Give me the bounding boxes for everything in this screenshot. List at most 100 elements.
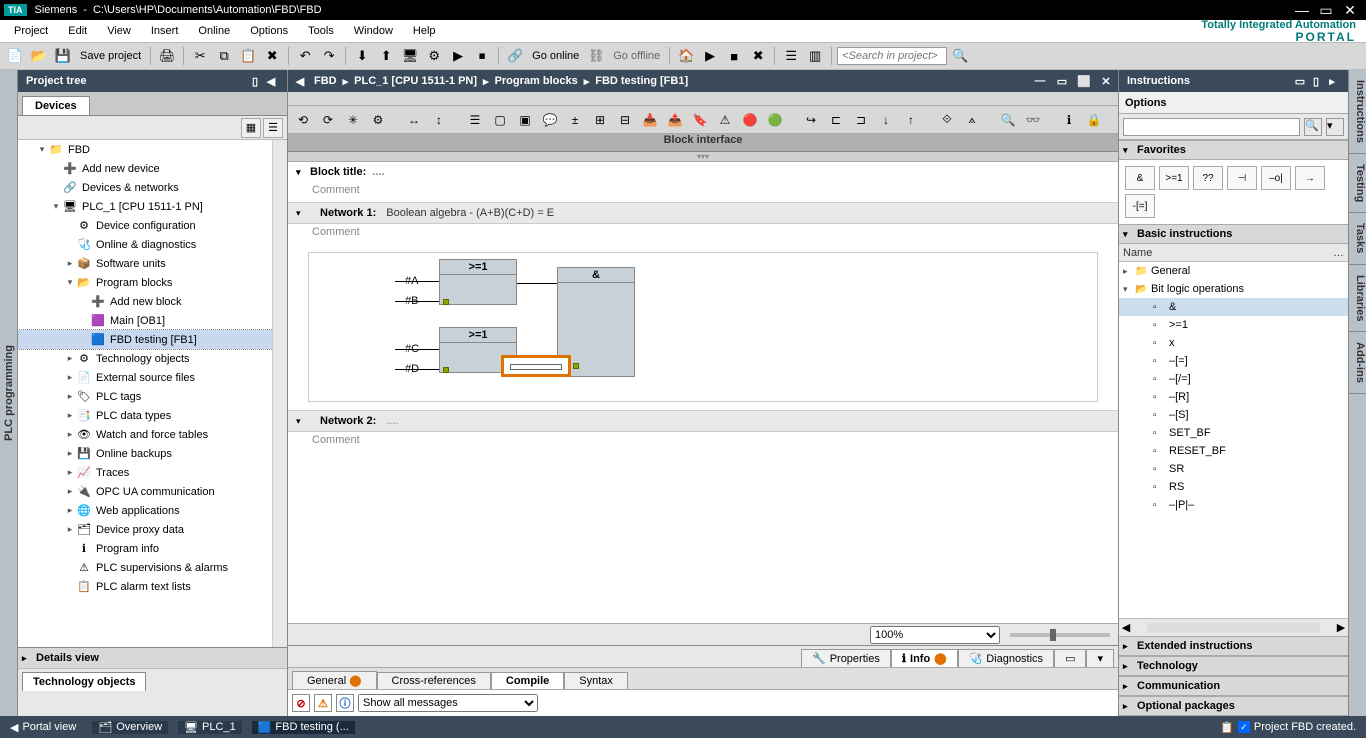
redo-icon[interactable]: ↷ [318,45,340,67]
pane-pin-icon[interactable]: ▯ [247,75,263,88]
ed-btn-j[interactable]: ↪ [800,109,822,131]
tree-item[interactable]: ▸📦Software units [18,254,287,273]
ed-btn-cmt[interactable]: 💬 [539,109,561,131]
instruction-item[interactable]: ▾📂Bit logic operations [1119,280,1348,298]
instruction-item[interactable]: ▸📁General [1119,262,1348,280]
block-title-value[interactable]: .... [372,166,384,178]
plc1-button[interactable]: 🖥 PLC_1 [178,721,242,734]
fbd-canvas-1[interactable]: >=1 >=1 & [308,252,1098,402]
col-more-icon[interactable]: … [1333,247,1344,259]
start-cpu-icon[interactable]: ▶ [699,45,721,67]
extended-instructions-header[interactable]: ▸Extended instructions [1119,636,1348,656]
tree-item[interactable]: ➕Add new block [18,292,287,311]
subtab-general[interactable]: General ⬤ [292,671,377,689]
ed-btn-m[interactable]: ↓ [875,109,897,131]
subtab-compile[interactable]: Compile [491,672,564,689]
crumb-2[interactable]: Program blocks [495,75,578,87]
ed-btn-e[interactable]: 📤 [664,109,686,131]
copy-icon[interactable]: ⧉ [213,45,235,67]
optional-packages-header[interactable]: ▸Optional packages [1119,696,1348,716]
tab-diagnostics[interactable]: 🩺Diagnostics [958,649,1055,667]
expander-icon[interactable]: ▾ [1123,284,1135,295]
new-project-icon[interactable]: 📄 [4,45,26,67]
details-view-header[interactable]: ▸ Details view [18,648,287,668]
maximize-icon[interactable]: ▭ [1314,2,1338,19]
ed-btn-i[interactable]: 🟢 [764,109,786,131]
vtab-testing[interactable]: Testing [1349,154,1366,213]
instr-pin-icon[interactable]: ▯ [1308,75,1324,88]
ed-btn-b[interactable]: ⊞ [589,109,611,131]
crumb-3[interactable]: FBD testing [FB1] [595,75,688,87]
ed-btn-s[interactable]: ℹ [1058,109,1080,131]
menu-options[interactable]: Options [240,23,298,39]
search-input[interactable] [837,47,947,65]
tree-item[interactable]: ▸🔌OPC UA communication [18,482,287,501]
zoom-select[interactable]: 100% [870,626,1000,644]
paste-icon[interactable]: 📋 [237,45,259,67]
network-1-header[interactable]: ▾ Network 1: Boolean algebra - (A+B)(C+D… [288,203,1118,224]
favorites-header[interactable]: ▾ Favorites [1119,140,1348,160]
network-1-desc[interactable]: Boolean algebra - (A+B)(C+D) = E [386,207,554,219]
pane-collapse-icon[interactable]: ◀ [263,75,279,88]
save-project-button[interactable]: Save project [76,50,145,62]
instruction-tree[interactable]: ▸📁General▾📂Bit logic operations▫&▫>=1▫x▫… [1119,262,1348,618]
subtab-syntax[interactable]: Syntax [564,672,628,689]
tree-item[interactable]: ⚠PLC supervisions & alarms [18,558,287,577]
menu-window[interactable]: Window [344,23,403,39]
menu-insert[interactable]: Insert [141,23,189,39]
expander-icon[interactable]: ▾ [64,277,76,288]
favorite-button[interactable]: & [1125,166,1155,190]
favorite-button[interactable]: ?? [1193,166,1223,190]
instruction-item[interactable]: ▫x [1119,334,1348,352]
ed-btn-5[interactable]: ↔ [403,109,425,131]
instruction-item[interactable]: ▫SR [1119,460,1348,478]
ed-btn-t[interactable]: 🔒 [1083,109,1105,131]
crumb-0[interactable]: FBD [314,75,337,87]
stop-cpu-icon[interactable]: ■ [723,45,745,67]
upload-icon[interactable]: ⬆ [375,45,397,67]
instruction-item[interactable]: ▫SET_BF [1119,424,1348,442]
instruction-item[interactable]: ▫–[S] [1119,406,1348,424]
hw-icon[interactable]: 🖥 [399,45,421,67]
expander-icon[interactable]: ▸ [64,410,76,421]
ed-btn-r[interactable]: 👓 [1022,109,1044,131]
network-2-comment[interactable]: Comment [288,432,1118,452]
tab-info[interactable]: ℹInfo⬤ [891,649,958,667]
instruction-search-input[interactable] [1123,118,1300,136]
cut-icon[interactable]: ✂ [189,45,211,67]
tree-item[interactable]: ℹProgram info [18,539,287,558]
info-collapse-icon[interactable]: ▾ [1086,649,1114,667]
instruction-item[interactable]: ▫>=1 [1119,316,1348,334]
expander-icon[interactable]: ▾ [36,144,48,155]
tree-item[interactable]: ▸🗂Device proxy data [18,520,287,539]
vtab-addins[interactable]: Add-ins [1349,332,1366,394]
tree-item[interactable]: ▾📁FBD [18,140,287,159]
network-2-header[interactable]: ▾ Network 2: .... [288,411,1118,432]
open-project-icon[interactable]: 📂 [28,45,50,67]
instr-collapse-icon[interactable]: ▸ [1324,75,1340,88]
tree-item[interactable]: ▾🖥PLC_1 [CPU 1511-1 PN] [18,197,287,216]
crumb-1[interactable]: PLC_1 [CPU 1511-1 PN] [354,75,477,87]
instr-hscroll[interactable]: ◀▶ [1119,618,1348,636]
favorite-button[interactable]: ⊣ [1227,166,1257,190]
tree-item[interactable]: ▸📈Traces [18,463,287,482]
x-icon[interactable]: ✖ [747,45,769,67]
expander-icon[interactable]: ▾ [50,201,62,212]
tree-item[interactable]: 📋PLC alarm text lists [18,577,287,596]
ed-btn-l[interactable]: ⊐ [850,109,872,131]
search-go-icon[interactable]: 🔍 [949,45,971,67]
tree-item[interactable]: ▸👁Watch and force tables [18,425,287,444]
ed-btn-box[interactable]: ▢ [489,109,511,131]
expander-icon[interactable]: ▸ [64,353,76,364]
status-action-icon[interactable]: 📋 [1220,721,1234,734]
favorite-button[interactable]: → [1295,166,1325,190]
editor-max-icon[interactable]: ⬜ [1076,75,1092,88]
download-icon[interactable]: ⬇ [351,45,373,67]
save-icon[interactable]: 💾 [52,45,74,67]
ed-btn-6[interactable]: ↕ [428,109,450,131]
info-layout-icon[interactable]: ▭ [1054,649,1086,667]
error-filter-icon[interactable]: ⊘ [292,694,310,712]
undo-icon[interactable]: ↶ [294,45,316,67]
ed-btn-d[interactable]: 📥 [639,109,661,131]
expander-icon[interactable]: ▸ [64,505,76,516]
